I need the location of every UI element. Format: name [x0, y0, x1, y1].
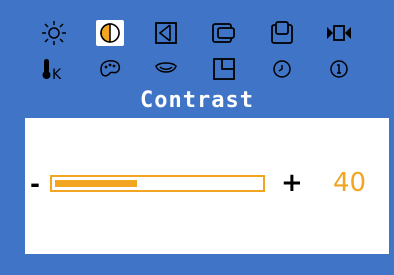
decrease-label[interactable]: -: [30, 170, 40, 198]
h-position-icon[interactable]: [210, 20, 238, 46]
adjustment-panel: - + 40: [25, 118, 389, 254]
window-corner-icon[interactable]: [210, 56, 238, 82]
menu-title: Contrast: [140, 88, 254, 113]
color-temperature-icon[interactable]: K: [40, 56, 68, 83]
v-position-icon[interactable]: [268, 20, 296, 46]
icon-grid: K: [0, 0, 394, 95]
contrast-value: 40: [333, 168, 367, 198]
contrast-slider[interactable]: [50, 175, 265, 192]
contrast-icon[interactable]: [96, 20, 124, 46]
h-size-icon[interactable]: [152, 20, 180, 46]
increase-label[interactable]: +: [281, 168, 303, 198]
brightness-icon[interactable]: [40, 20, 68, 46]
timer-icon[interactable]: [268, 56, 296, 82]
color-temperature-label: K: [52, 67, 62, 83]
osd-menu: K Contrast - + 40: [0, 0, 394, 275]
video-icon[interactable]: [325, 20, 353, 46]
smile-icon[interactable]: [152, 56, 180, 82]
contrast-slider-fill: [55, 180, 137, 187]
color-palette-icon[interactable]: [96, 56, 124, 82]
info-icon[interactable]: [325, 56, 353, 82]
